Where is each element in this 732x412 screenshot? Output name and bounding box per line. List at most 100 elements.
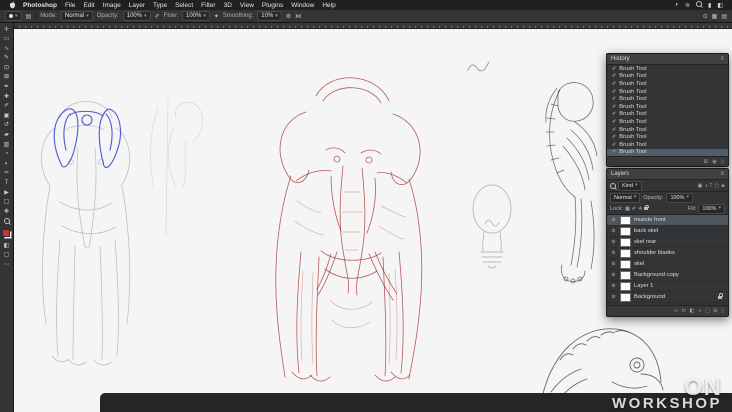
history-state-row[interactable]: ✐ Brush Tool [607, 65, 728, 73]
filter-shape-icon[interactable]: ▢ [714, 183, 719, 189]
dodge-tool[interactable]: ◐ [1, 160, 12, 167]
control-center-icon[interactable]: ◧ [714, 2, 726, 9]
hand-tool[interactable]: ✥ [1, 208, 12, 215]
layer-row-skel[interactable]: ⊙ skel [607, 259, 728, 270]
new-snapshot-icon[interactable]: ◉ [712, 159, 717, 165]
layer-row-muscle-front[interactable]: ⊙ muscle front [607, 215, 728, 226]
history-state-row[interactable]: ✐ Brush Tool [607, 141, 728, 149]
history-state-row[interactable]: ✐ Brush Tool [607, 103, 728, 111]
lock-position-icon[interactable]: ✛ [638, 206, 642, 212]
visibility-eye-icon[interactable]: ⊙ [610, 294, 617, 300]
filter-pixel-icon[interactable]: ▣ [698, 183, 703, 189]
history-state-row[interactable]: ✐ Brush Tool [607, 80, 728, 88]
smoothing-dropdown[interactable]: 10% ▾ [257, 11, 282, 21]
visibility-eye-icon[interactable]: ⊙ [610, 250, 617, 256]
layer-row-background-copy[interactable]: ⊙ Background copy [607, 270, 728, 281]
layer-row-shoulder-blades[interactable]: ⊙ shoulder blades [607, 248, 728, 259]
airbrush-icon[interactable]: ✦ [214, 13, 219, 20]
history-state-row[interactable]: ✐ Brush Tool [607, 118, 728, 126]
history-state-row[interactable]: ✐ Brush Tool [607, 88, 728, 96]
visibility-eye-icon[interactable]: ⊙ [610, 283, 617, 289]
brush-tool[interactable]: ✐ [1, 103, 12, 110]
brush-settings-toggle[interactable]: ▤ [26, 13, 32, 20]
filter-smart-icon[interactable]: ◈ [721, 183, 725, 189]
arrange-docs-icon[interactable]: ▤ [721, 13, 727, 20]
type-tool[interactable]: T [1, 180, 12, 187]
visibility-eye-icon[interactable]: ⊙ [610, 239, 617, 245]
opacity-dropdown[interactable]: 100% ▾ [122, 11, 151, 21]
marquee-tool[interactable]: ▭ [1, 36, 12, 43]
lasso-tool[interactable]: ∿ [1, 45, 12, 52]
menu-type[interactable]: Type [149, 2, 171, 9]
link-layers-icon[interactable]: ∞ [674, 308, 678, 314]
history-state-row[interactable]: ✐ Brush Tool [607, 95, 728, 103]
shape-tool[interactable]: ▢ [1, 199, 12, 206]
screen-mode-button[interactable]: ▢ [1, 252, 12, 259]
frame-tool[interactable]: ⊠ [1, 74, 12, 81]
delete-layer-icon[interactable]: ▯ [721, 308, 724, 314]
kind-filter-dropdown[interactable]: Kind ▾ [618, 180, 642, 191]
layer-row-back-skel[interactable]: ⊙ back skel [607, 226, 728, 237]
layer-thumbnail[interactable] [620, 215, 631, 225]
layer-thumbnail[interactable] [620, 292, 631, 302]
layer-opacity-dropdown[interactable]: 100% ▾ [666, 192, 694, 203]
spotlight-icon[interactable] [693, 1, 705, 9]
blur-tool[interactable]: ◔ [1, 151, 12, 158]
menu-view[interactable]: View [236, 2, 258, 9]
symmetry-icon[interactable]: ⋈ [295, 13, 301, 20]
layer-row-background[interactable]: ⊙ Background [607, 292, 728, 303]
panel-menu-icon[interactable]: ≡ [720, 171, 724, 177]
flow-dropdown[interactable]: 100% ▾ [182, 11, 210, 21]
layer-blend-mode-dropdown[interactable]: Normal ▾ [610, 192, 641, 203]
blend-mode-dropdown[interactable]: Normal ▾ [60, 11, 93, 21]
clone-stamp-tool[interactable]: ▣ [1, 112, 12, 119]
zoom-tool[interactable] [1, 218, 12, 225]
color-swatches[interactable] [1, 229, 12, 240]
foreground-color-swatch[interactable] [1, 229, 10, 238]
visibility-eye-icon[interactable]: ⊙ [610, 261, 617, 267]
visibility-eye-icon[interactable]: ⊙ [610, 217, 617, 223]
healing-brush-tool[interactable]: ✚ [1, 93, 12, 100]
menu-window[interactable]: Window [287, 2, 318, 9]
wifi-icon[interactable]: ≋ [682, 2, 693, 9]
history-state-row-current[interactable]: ✐ Brush Tool [607, 148, 728, 157]
new-doc-from-state-icon[interactable]: ⊞ [704, 159, 709, 165]
control-strip-icon[interactable]: ◐ [672, 2, 682, 8]
layer-thumbnail[interactable] [620, 226, 631, 236]
menu-3d[interactable]: 3D [220, 2, 236, 9]
horizontal-ruler[interactable] [13, 23, 732, 29]
eyedropper-tool[interactable]: ✒ [1, 84, 12, 91]
history-brush-tool[interactable]: ↺ [1, 122, 12, 129]
smoothing-gear-icon[interactable]: ⚙ [286, 13, 291, 20]
quick-mask-button[interactable]: ◧ [1, 242, 12, 249]
new-layer-icon[interactable]: ⊞ [713, 308, 717, 314]
menu-help[interactable]: Help [318, 2, 339, 9]
filter-type-icon[interactable]: T [709, 183, 712, 189]
fill-dropdown[interactable]: 100% ▾ [698, 203, 725, 214]
menu-filter[interactable]: Filter [197, 2, 219, 9]
move-tool[interactable]: ✛ [1, 26, 12, 33]
adjustment-layer-icon[interactable]: ◑ [698, 308, 701, 314]
panel-menu-icon[interactable]: ≡ [720, 56, 724, 62]
history-state-row[interactable]: ✐ Brush Tool [607, 111, 728, 119]
menu-layer[interactable]: Layer [125, 2, 149, 9]
gradient-tool[interactable]: ▥ [1, 141, 12, 148]
layer-thumbnail[interactable] [620, 248, 631, 258]
lock-all-icon[interactable] [644, 204, 649, 210]
eraser-tool[interactable]: ▰ [1, 132, 12, 139]
pen-tool[interactable]: ✑ [1, 170, 12, 177]
capture-icon[interactable]: ⊙ [703, 13, 708, 20]
layer-thumbnail[interactable] [620, 281, 631, 291]
menu-edit[interactable]: Edit [79, 2, 98, 9]
layer-thumbnail[interactable] [620, 237, 631, 247]
history-state-row[interactable]: ✐ Brush Tool [607, 73, 728, 81]
brush-preset-picker[interactable]: ▾ [5, 11, 22, 21]
apple-menu[interactable] [6, 1, 19, 9]
workspace-icon[interactable]: ▦ [712, 13, 718, 20]
path-selection-tool[interactable]: ▶ [1, 189, 12, 196]
menu-file[interactable]: File [61, 2, 79, 9]
visibility-eye-icon[interactable]: ⊙ [610, 228, 617, 234]
layer-mask-icon[interactable]: ◧ [689, 308, 694, 314]
more-tools-button[interactable]: ⋯ [1, 261, 12, 268]
layer-row-layer-1[interactable]: ⊙ Layer 1 [607, 281, 728, 292]
